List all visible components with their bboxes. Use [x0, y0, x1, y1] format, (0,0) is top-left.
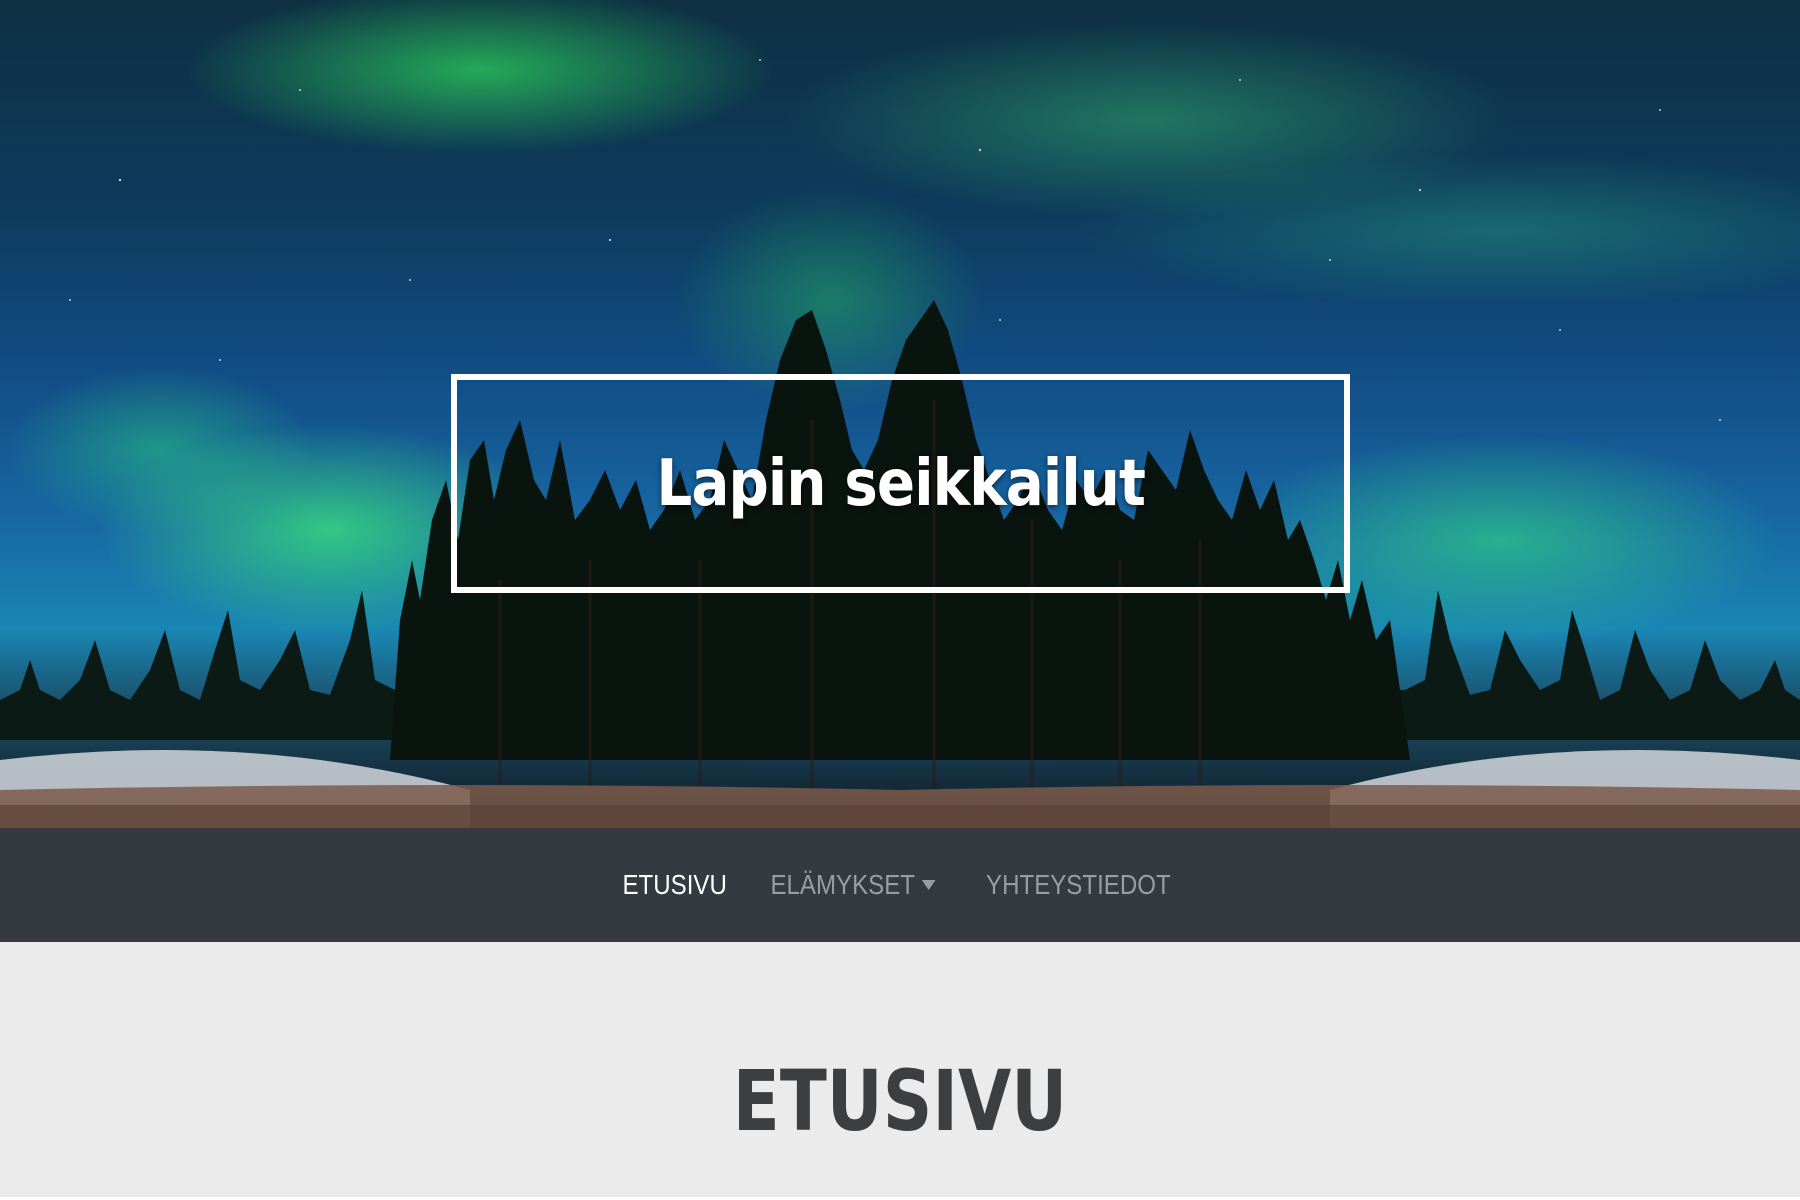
- caret-down-icon: [922, 880, 936, 890]
- site-title-box: Lapin seikkailut: [451, 374, 1350, 593]
- page-title: ETUSIVU: [732, 1052, 1068, 1150]
- main-navbar: ETUSIVU ELÄMYKSET YHTEYSTIEDOT: [0, 828, 1800, 942]
- hero-banner: Lapin seikkailut: [0, 0, 1800, 828]
- nav-item-label: ETUSIVU: [622, 869, 727, 900]
- site-title: Lapin seikkailut: [656, 446, 1146, 521]
- nav-item-label: YHTEYSTIEDOT: [986, 869, 1172, 900]
- nav-list: ETUSIVU ELÄMYKSET YHTEYSTIEDOT: [603, 869, 1197, 901]
- nav-item-yhteystiedot[interactable]: YHTEYSTIEDOT: [977, 869, 1181, 901]
- main-content: ETUSIVU: [0, 942, 1800, 1200]
- nav-item-etusivu[interactable]: ETUSIVU: [613, 869, 736, 901]
- nav-item-label: ELÄMYKSET: [770, 869, 916, 900]
- nav-item-elamykset-dropdown[interactable]: ELÄMYKSET: [761, 869, 945, 901]
